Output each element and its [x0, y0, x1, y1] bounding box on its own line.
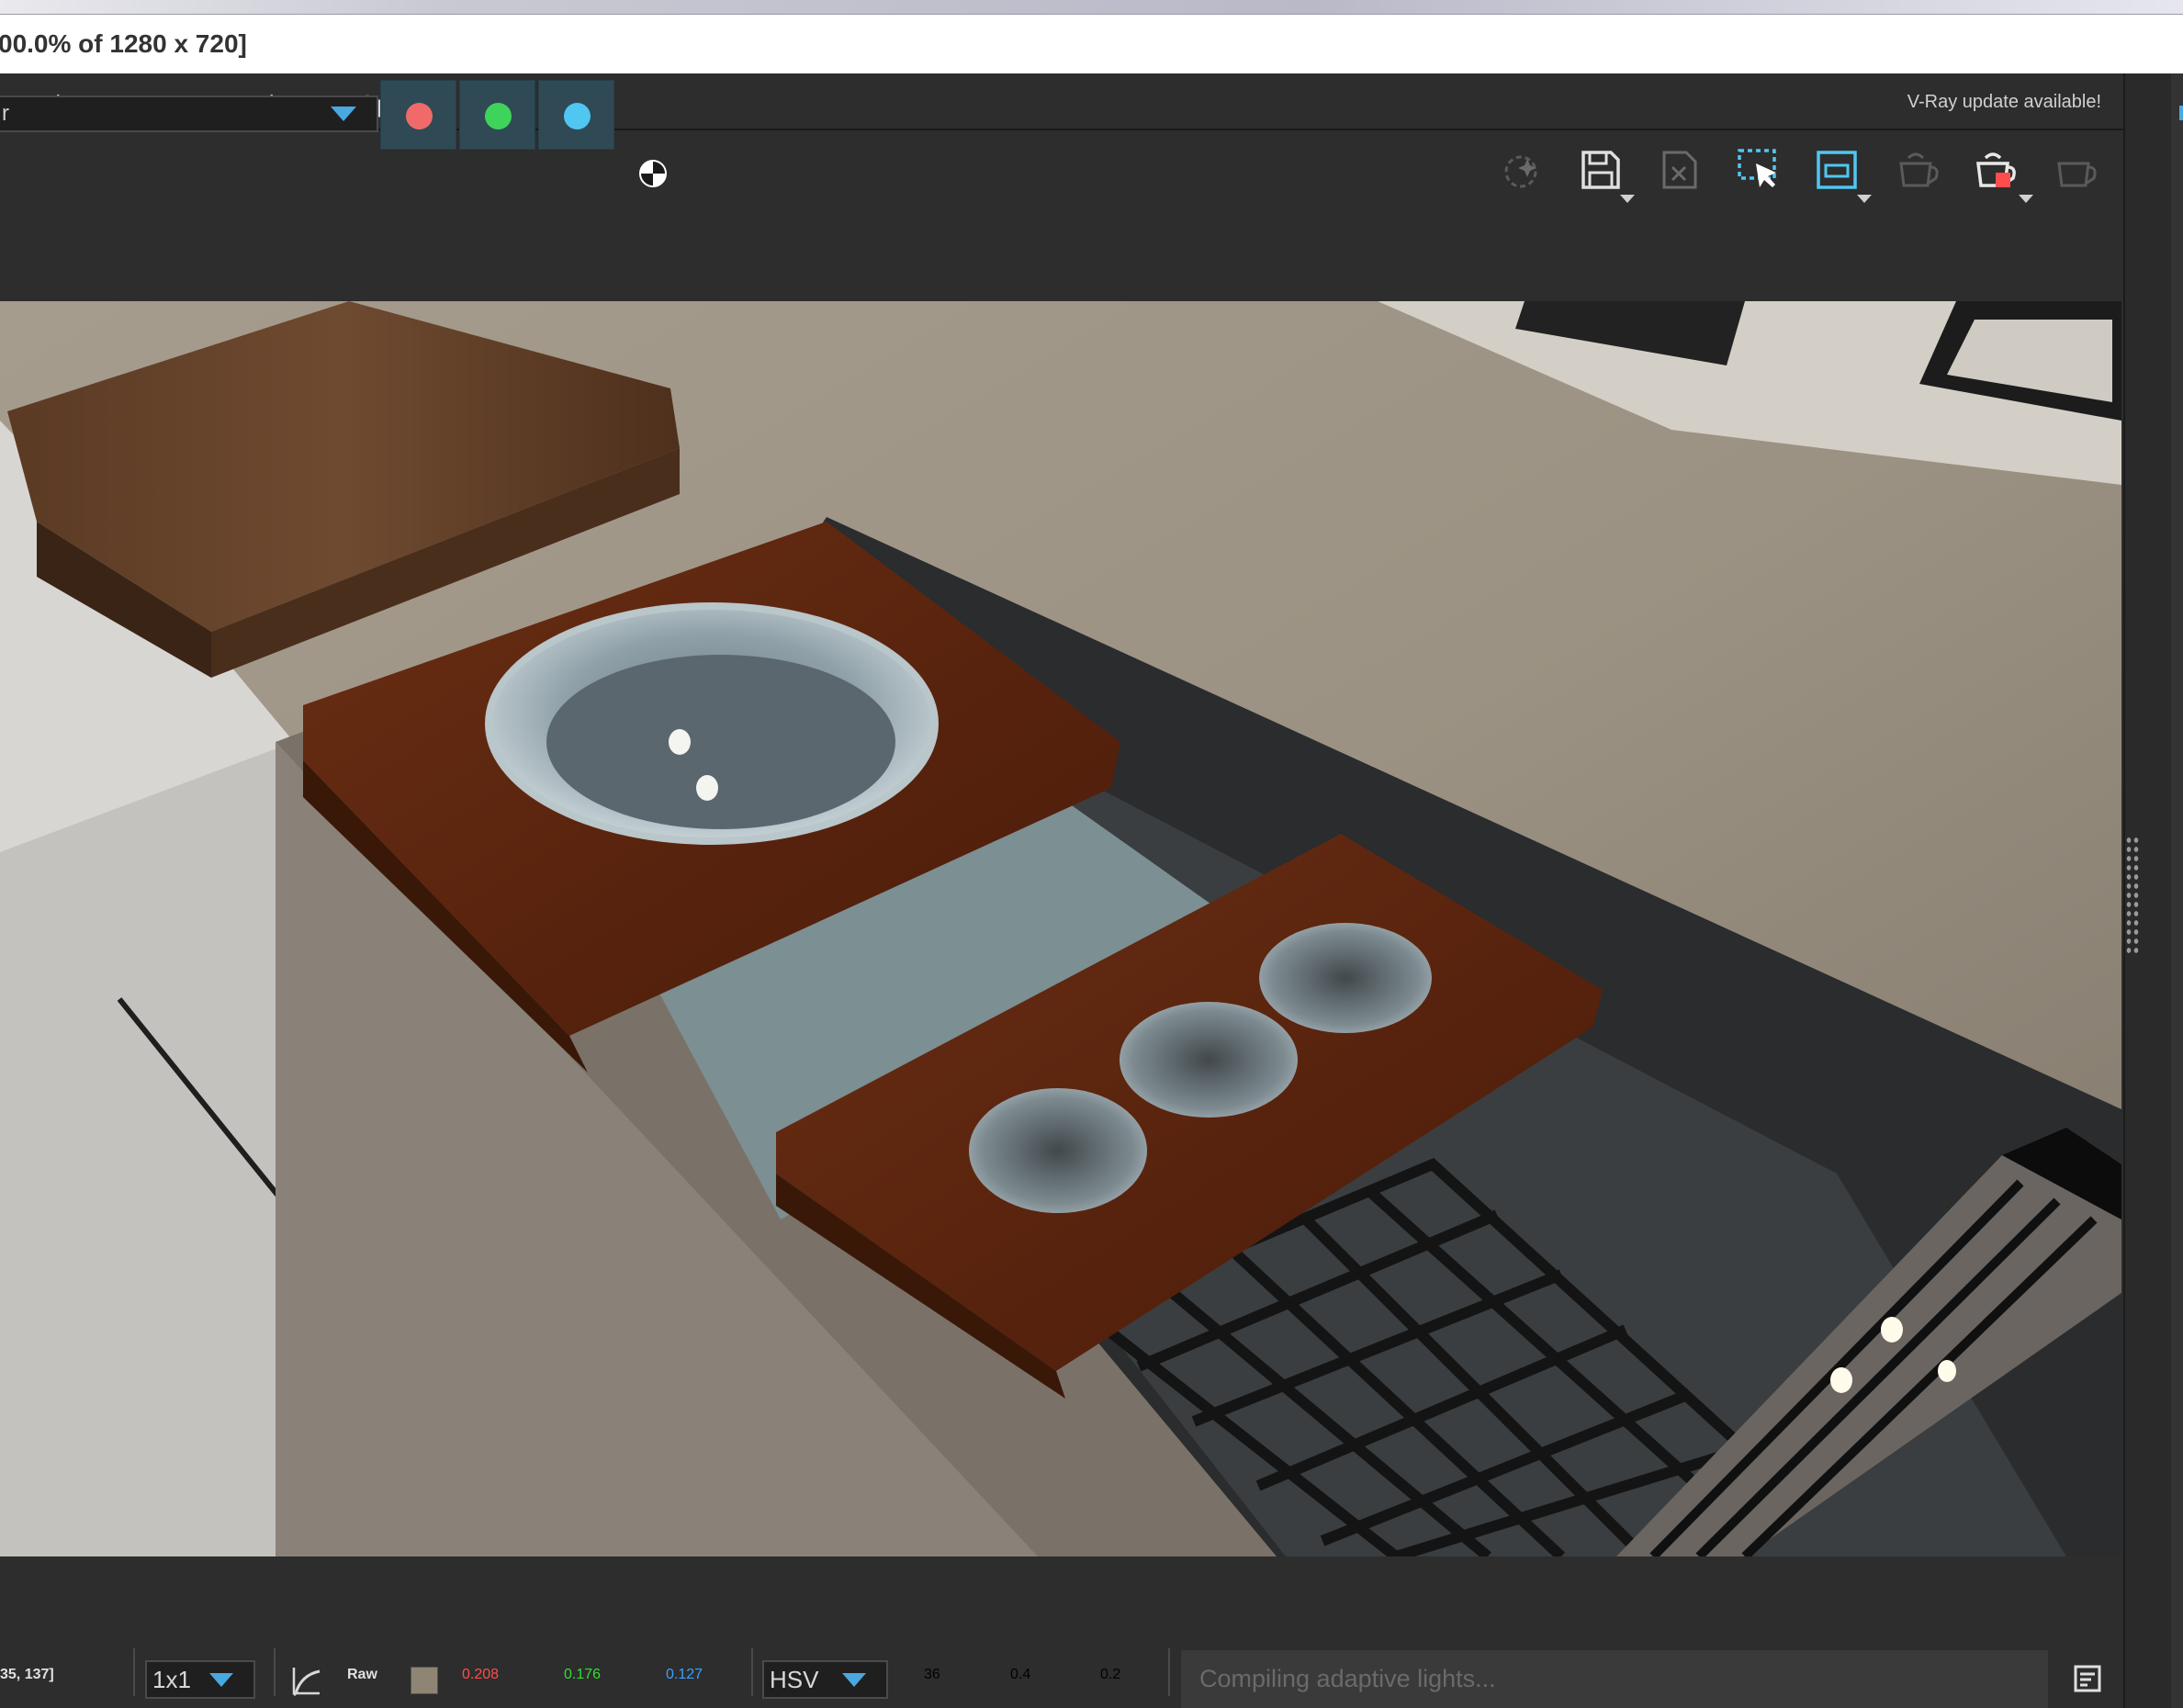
status-divider [751, 1648, 753, 1696]
panel-scrollbar[interactable] [2171, 73, 2183, 1708]
green-value: 0.176 [564, 1667, 602, 1682]
red-channel-button[interactable] [380, 80, 456, 150]
render-teapot-icon[interactable] [1892, 145, 1941, 195]
red-dot-icon [406, 103, 433, 129]
progress-text: Compiling adaptive lights... [1199, 1665, 1496, 1692]
chevron-down-icon [209, 1673, 233, 1687]
chevron-down-icon [331, 107, 356, 121]
saturation-value: 0.4 [1010, 1667, 1031, 1682]
region-select-icon[interactable] [1734, 145, 1784, 195]
render-region-icon[interactable] [1813, 145, 1862, 195]
denoise-sparkle-icon[interactable] [1497, 145, 1547, 195]
save-dropdown-icon[interactable] [1620, 195, 1635, 203]
status-divider [1168, 1648, 1170, 1696]
sample-size-value: 1x1 [152, 1666, 191, 1693]
color-mode-value: HSV [770, 1666, 819, 1693]
update-available-link[interactable]: V-Ray update available! [1907, 92, 2101, 113]
render-viewport[interactable] [0, 301, 2121, 1556]
save-image-icon[interactable] [1576, 145, 1626, 195]
hue-value: 36 [924, 1667, 940, 1682]
panel-resize-handle[interactable] [2125, 836, 2140, 955]
log-panel-icon[interactable] [2073, 1664, 2102, 1693]
rendered-image [0, 301, 2121, 1556]
value-value: 0.2 [1100, 1667, 1121, 1682]
green-dot-icon [485, 103, 512, 129]
render-progress-bar: Compiling adaptive lights... [1181, 1650, 2048, 1708]
region-dropdown-icon[interactable] [1857, 195, 1872, 203]
stop-render-teapot-icon[interactable] [1971, 145, 2020, 195]
chevron-down-icon [842, 1673, 866, 1687]
sample-size-select[interactable]: 1x1 [145, 1660, 255, 1699]
pixel-color-swatch [411, 1667, 438, 1694]
green-channel-button[interactable] [459, 80, 535, 150]
color-picker-icon[interactable] [287, 1662, 323, 1699]
status-divider [133, 1648, 135, 1696]
color-mode-select[interactable]: HSV [762, 1660, 888, 1699]
clear-image-icon[interactable] [1655, 145, 1705, 195]
top-window-strip [0, 0, 2183, 15]
window-title: 00.0% of 1280 x 720] [0, 29, 247, 58]
raw-label: Raw [347, 1667, 377, 1682]
blue-dot-icon [564, 103, 591, 129]
red-value: 0.208 [462, 1667, 500, 1682]
render-dropdown-icon[interactable] [2019, 195, 2033, 203]
window-title-bar: 00.0% of 1280 x 720] [0, 15, 2183, 73]
right-side-panel [2123, 73, 2183, 1708]
status-divider [274, 1648, 276, 1696]
blue-channel-button[interactable] [538, 80, 614, 150]
pixel-coordinates: 35, 137] [0, 1667, 54, 1682]
blue-value: 0.127 [666, 1667, 703, 1682]
render-element-select[interactable]: r [0, 96, 378, 132]
interactive-teapot-icon[interactable] [2050, 145, 2099, 195]
render-element-value: r [2, 101, 9, 126]
monochrome-icon[interactable] [639, 160, 667, 187]
panel-marker [2179, 106, 2183, 120]
